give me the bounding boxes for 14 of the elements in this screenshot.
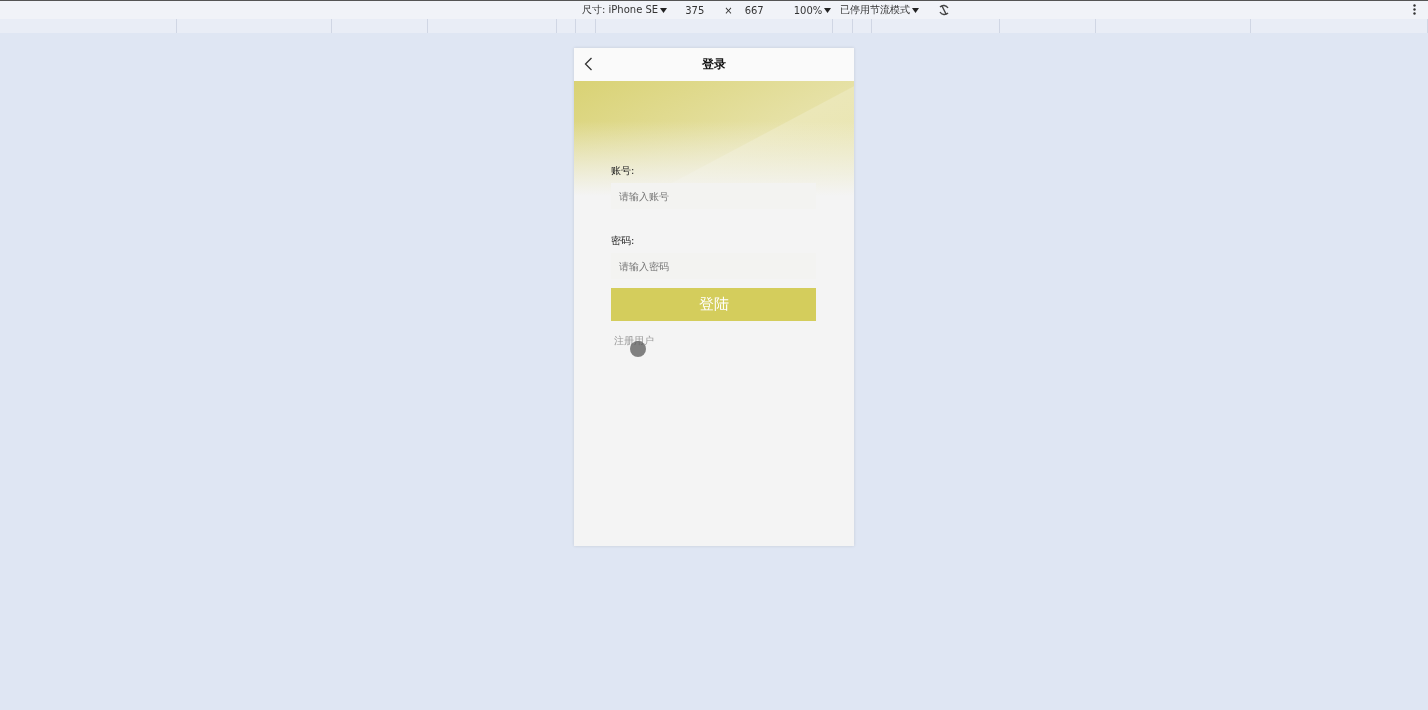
caret-icon (912, 7, 920, 13)
throttling-dropdown[interactable]: 已停用节流模式 (840, 3, 920, 17)
height-value[interactable]: 667 (744, 4, 764, 16)
caret-icon (660, 7, 668, 13)
page-title: 登录 (702, 56, 726, 73)
field-label: 账号: (611, 164, 636, 178)
field-label: 密码: (611, 234, 636, 248)
more-icon[interactable] (1413, 4, 1416, 15)
back-icon[interactable] (584, 57, 593, 71)
width-value[interactable]: 375 (685, 4, 705, 16)
zoom-dropdown[interactable]: 100% (793, 4, 832, 16)
caret-icon (824, 7, 832, 13)
device-dropdown[interactable]: 尺寸: iPhone SE (582, 3, 668, 17)
times-sign: × (724, 4, 733, 16)
